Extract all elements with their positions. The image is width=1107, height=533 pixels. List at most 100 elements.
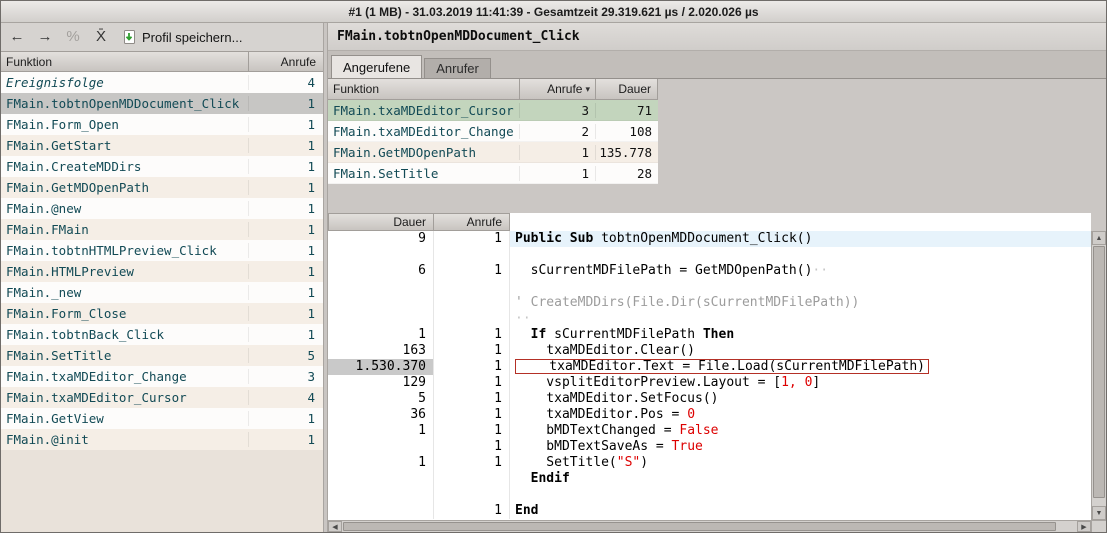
mean-icon[interactable]: X̄ [93, 29, 109, 45]
code-gutter-header: Dauer Anrufe [328, 213, 1091, 231]
callee-row[interactable]: FMain.txaMDEditor_Cursor371 [328, 100, 658, 121]
code-line[interactable]: ' CreateMDDirs(File.Dir(sCurrentMDFilePa… [328, 295, 1091, 311]
code-segment: txaMDEditor.Text = File.Load(sCurrentMDF… [518, 359, 925, 374]
horizontal-scrollbar[interactable]: ◀ ▶ [328, 520, 1091, 532]
call-count: 1 [249, 432, 323, 447]
code-segment: ·· [515, 311, 531, 326]
line-duration: 163 [328, 343, 434, 359]
line-source: If sCurrentMDFilePath Then [510, 327, 1091, 343]
code-segment: Public Sub [515, 231, 593, 246]
callee-row[interactable]: FMain.SetTitle128 [328, 163, 658, 184]
profile-summary: #1 (1 MB) - 31.03.2019 11:41:39 - Gesamt… [348, 5, 758, 19]
line-source [510, 487, 1091, 503]
percent-icon[interactable]: % [65, 29, 81, 45]
line-source: SetTitle("S") [510, 455, 1091, 471]
forward-icon[interactable]: → [37, 29, 53, 45]
function-row[interactable]: FMain.GetMDOpenPath1 [1, 177, 323, 198]
code-line[interactable] [328, 279, 1091, 295]
column-header-funktion[interactable]: Funktion [328, 79, 520, 99]
function-row[interactable]: FMain.@new1 [1, 198, 323, 219]
code-line[interactable] [328, 487, 1091, 503]
line-calls: 1 [434, 503, 510, 519]
line-duration [328, 247, 434, 263]
code-line[interactable]: ·· [328, 311, 1091, 327]
code-segment: txaMDEditor.Clear() [515, 343, 695, 358]
scroll-left-icon[interactable]: ◀ [328, 521, 342, 532]
call-count: 1 [249, 243, 323, 258]
scroll-right-icon[interactable]: ▶ [1077, 521, 1091, 532]
function-row[interactable]: FMain.HTMLPreview1 [1, 261, 323, 282]
tab-angerufene[interactable]: Angerufene [331, 55, 422, 78]
function-row[interactable]: FMain.txaMDEditor_Change3 [1, 366, 323, 387]
save-profile-button[interactable]: Profil speichern... [121, 29, 242, 45]
line-calls: 1 [434, 231, 510, 247]
code-line[interactable]: 11 bMDTextChanged = False [328, 423, 1091, 439]
function-row[interactable]: FMain.GetView1 [1, 408, 323, 429]
function-row[interactable]: FMain.GetStart1 [1, 135, 323, 156]
vertical-scrollbar[interactable]: ▲ ▼ [1091, 231, 1106, 520]
code-line[interactable]: 91Public Sub tobtnOpenMDDocument_Click() [328, 231, 1091, 247]
selected-function-name: FMain.tobtnOpenMDDocument_Click [337, 29, 580, 44]
function-name: FMain._new [1, 285, 249, 300]
line-source: txaMDEditor.SetFocus() [510, 391, 1091, 407]
code-line[interactable]: 1631 txaMDEditor.Clear() [328, 343, 1091, 359]
code-segment: sCurrentMDFilePath [546, 327, 703, 342]
column-header-anrufe[interactable]: Anrufe [249, 52, 323, 71]
call-count: 1 [249, 285, 323, 300]
code-line[interactable]: 1 bMDTextSaveAs = True [328, 439, 1091, 455]
gutter-header-anrufe: Anrufe [434, 213, 510, 231]
column-header-anrufe-sorted[interactable]: Anrufe ▾ [520, 79, 596, 99]
function-row[interactable]: FMain.@init1 [1, 429, 323, 450]
code-segment: bMDTextSaveAs = [515, 439, 672, 454]
code-line[interactable]: Endif [328, 471, 1091, 487]
line-duration: 129 [328, 375, 434, 391]
code-segment: Then [703, 327, 734, 342]
horizontal-scrollbar-thumb[interactable] [343, 522, 1056, 531]
function-row[interactable]: FMain.Form_Close1 [1, 303, 323, 324]
line-duration: 1 [328, 455, 434, 471]
function-row[interactable]: FMain.CreateMDDirs1 [1, 156, 323, 177]
code-segment: End [515, 503, 538, 518]
callee-calls: 1 [520, 166, 596, 181]
code-line[interactable]: 11 If sCurrentMDFilePath Then [328, 327, 1091, 343]
column-header-funktion[interactable]: Funktion [1, 52, 249, 71]
vertical-scrollbar-thumb[interactable] [1093, 246, 1105, 498]
function-row[interactable]: FMain.Form_Open1 [1, 114, 323, 135]
call-count: 3 [249, 369, 323, 384]
code-line[interactable]: 1291 vsplitEditorPreview.Layout = [1, 0] [328, 375, 1091, 391]
code-line[interactable]: 51 txaMDEditor.SetFocus() [328, 391, 1091, 407]
code-line[interactable] [328, 247, 1091, 263]
function-row[interactable]: FMain.SetTitle5 [1, 345, 323, 366]
line-calls [434, 471, 510, 487]
save-profile-icon [121, 29, 137, 45]
line-duration: 36 [328, 407, 434, 423]
callee-row[interactable]: FMain.txaMDEditor_Change2108 [328, 121, 658, 142]
code-line[interactable]: 1.530.3701 txaMDEditor.Text = File.Load(… [328, 359, 1091, 375]
function-table-header: Funktion Anrufe [1, 51, 323, 72]
callee-duration: 108 [596, 124, 658, 139]
line-source [510, 247, 1091, 263]
line-calls: 1 [434, 455, 510, 471]
function-row[interactable]: FMain.FMain1 [1, 219, 323, 240]
scroll-up-icon[interactable]: ▲ [1092, 231, 1106, 245]
scroll-down-icon[interactable]: ▼ [1092, 506, 1106, 520]
code-line[interactable]: 61 sCurrentMDFilePath = GetMDOpenPath()·… [328, 263, 1091, 279]
line-duration [328, 503, 434, 519]
function-row[interactable]: FMain.txaMDEditor_Cursor4 [1, 387, 323, 408]
callee-row[interactable]: FMain.GetMDOpenPath1135.778 [328, 142, 658, 163]
code-line[interactable]: 1 End [328, 503, 1091, 519]
column-header-dauer[interactable]: Dauer [596, 79, 658, 99]
call-count: 4 [249, 390, 323, 405]
code-line[interactable]: 11 SetTitle("S") [328, 455, 1091, 471]
function-name: FMain.@init [1, 432, 249, 447]
tab-anrufer[interactable]: Anrufer [424, 58, 491, 78]
code-line[interactable]: 361 txaMDEditor.Pos = 0 [328, 407, 1091, 423]
function-row[interactable]: FMain.tobtnOpenMDDocument_Click1 [1, 93, 323, 114]
function-row[interactable]: FMain._new1 [1, 282, 323, 303]
function-row[interactable]: FMain.tobtnHTMLPreview_Click1 [1, 240, 323, 261]
source-code-view[interactable]: 91Public Sub tobtnOpenMDDocument_Click()… [328, 231, 1091, 520]
back-icon[interactable]: ← [9, 29, 25, 45]
function-row[interactable]: FMain.tobtnBack_Click1 [1, 324, 323, 345]
function-row[interactable]: Ereignisfolge4 [1, 72, 323, 93]
line-calls: 1 [434, 439, 510, 455]
